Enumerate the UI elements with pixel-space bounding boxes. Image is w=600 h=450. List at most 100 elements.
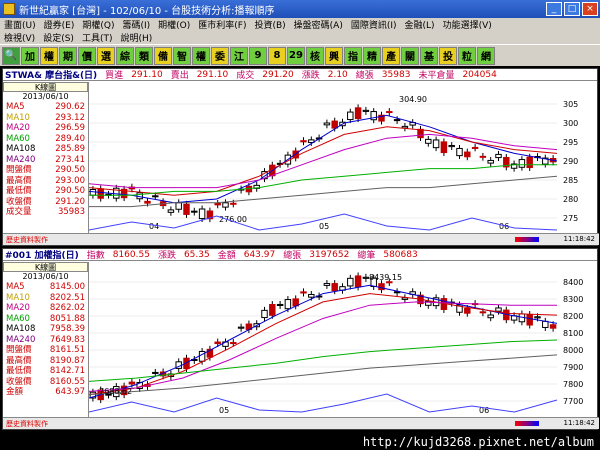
toolbar-button-21[interactable]: 基: [420, 46, 438, 65]
panel2-side-value-6: 8161.51: [49, 345, 85, 355]
candle-body: [152, 371, 159, 374]
panel1-side-row: 最低價 290.50: [3, 186, 88, 197]
candle-body: [191, 210, 198, 213]
candle-body: [331, 283, 338, 292]
toolbar-button-8[interactable]: 智: [173, 46, 191, 65]
axis-tick-label: 7700: [563, 397, 583, 406]
menu-item-2[interactable]: 期權(Q): [78, 18, 118, 31]
menu-item-9[interactable]: 金融(L): [401, 18, 439, 31]
toolbar-button-20[interactable]: 關: [401, 46, 419, 65]
candle-body: [495, 307, 502, 312]
search-icon[interactable]: 🔍: [2, 46, 20, 65]
toolbar-button-11[interactable]: 江: [230, 46, 248, 65]
menu-item-6[interactable]: 投資(B): [250, 18, 289, 31]
close-button[interactable]: ×: [582, 2, 598, 16]
panel1-field-value-1: 291.10: [196, 69, 229, 80]
menu-item-r2-2[interactable]: 工具(T): [78, 31, 117, 44]
toolbar-button-10[interactable]: 委: [211, 46, 229, 65]
toolbar-button-3[interactable]: 價: [78, 46, 96, 65]
candle-body: [97, 188, 104, 199]
candle-body: [222, 202, 229, 208]
candle-body: [401, 297, 409, 300]
menu-item-7[interactable]: 操盤密碼(A): [290, 18, 347, 31]
menu-bar: 畫面(U) 證券(E) 期權(Q) 籌碼(I) 期權(O) 匯市利率(F) 投資(B) 操盤密…: [0, 18, 600, 44]
panel2-side-value-4: 7958.39: [49, 324, 85, 334]
toolbar-button-4[interactable]: 選: [97, 46, 115, 65]
panel-2-kline-label[interactable]: K線圖: [3, 262, 88, 272]
panel1-field-label-4: 總張: [355, 71, 374, 81]
low-annotation: 7688.62: [99, 387, 132, 396]
panel-2-sidebar: K線圖 2013/06/10 MA5 8145.00 MA10 8202.51 MA20…: [3, 262, 89, 417]
menu-item-1[interactable]: 證券(E): [40, 18, 79, 31]
panel1-side-label-4: MA108: [6, 144, 36, 154]
toolbar-button-13[interactable]: 8: [268, 46, 286, 65]
panel1-side-row: MA20 296.59: [3, 123, 88, 134]
minimize-button[interactable]: _: [546, 2, 562, 16]
toolbar-button-19[interactable]: 產: [382, 46, 400, 65]
panel1-side-row: MA60 289.40: [3, 134, 88, 145]
candle-body: [479, 155, 487, 158]
panel1-side-row: 成交量 35983: [3, 207, 88, 218]
candle-body: [144, 200, 151, 204]
candle-body: [175, 202, 182, 210]
candle-body: [308, 293, 315, 298]
panel1-side-label-7: 最高價: [6, 175, 32, 186]
menu-item-r2-0[interactable]: 檢視(V): [0, 31, 39, 44]
panel2-side-value-2: 8262.02: [49, 303, 85, 313]
panel-2-chart[interactable]: 8400830082008100800079007800770005 068439…: [89, 262, 597, 417]
panel2-side-value-0: 8145.00: [49, 282, 85, 292]
toolbar-button-0[interactable]: 加: [21, 46, 39, 65]
candle-body: [495, 153, 502, 159]
toolbar-button-7[interactable]: 備: [154, 46, 172, 65]
toolbar-button-16[interactable]: 興: [325, 46, 343, 65]
menu-item-0[interactable]: 畫面(U): [0, 18, 40, 31]
candle-body: [401, 125, 409, 129]
panel-2-header: #001 加權指(日) 指數 8160.55 漲跌 65.35 金額 643.97 總張 31…: [3, 249, 597, 261]
panel1-side-row: 最高價 293.00: [3, 176, 88, 187]
axis-tick-label: 305: [563, 100, 578, 109]
candle-body: [526, 156, 533, 169]
panel-2-color-bar: [515, 421, 539, 426]
panel-1-chart[interactable]: 30530029529028528027504 05 06304.90276.00: [89, 82, 597, 233]
toolbar-button-9[interactable]: 權: [192, 46, 210, 65]
panel2-side-row: MA5 8145.00: [3, 282, 88, 293]
candle-body: [214, 202, 221, 206]
toolbar-button-23[interactable]: 粒: [458, 46, 476, 65]
toolbar-button-5[interactable]: 綜: [116, 46, 134, 65]
low-annotation: 276.00: [219, 215, 247, 224]
candle-body: [198, 208, 206, 220]
panel2-field-value-4: 580683: [383, 249, 418, 260]
toolbar-button-18[interactable]: 精: [363, 46, 381, 65]
menu-item-3[interactable]: 籌碼(I): [118, 18, 154, 31]
panel1-side-label-8: 最低價: [6, 186, 32, 196]
menu-item-r2-3[interactable]: 說明(H): [116, 31, 156, 44]
panel2-side-row: 最低價 8142.71: [3, 366, 88, 377]
toolbar-button-2[interactable]: 期: [59, 46, 77, 65]
maximize-button[interactable]: □: [564, 2, 580, 16]
toolbar-button-24[interactable]: 網: [477, 46, 495, 65]
candle-body: [323, 122, 331, 126]
toolbar-button-22[interactable]: 投: [439, 46, 457, 65]
candle-body: [534, 316, 541, 319]
menu-item-5[interactable]: 匯市利率(F): [194, 18, 250, 31]
toolbar-button-14[interactable]: 29: [287, 46, 305, 65]
panel2-side-row: MA20 8262.02: [3, 303, 88, 314]
panel-1-strip-time: 11:18:42: [563, 235, 595, 243]
menu-item-r2-1[interactable]: 設定(S): [39, 31, 78, 44]
toolbar-button-12[interactable]: 9: [249, 46, 267, 65]
panel2-side-label-9: 收盤價: [6, 376, 32, 387]
candle-body: [479, 311, 487, 314]
candle-body: [300, 140, 307, 143]
panel-1-kline-label[interactable]: K線圖: [3, 82, 88, 92]
panel1-side-value-9: 291.20: [55, 196, 85, 207]
menu-item-8[interactable]: 國際資訊(I): [347, 18, 401, 31]
menu-item-4[interactable]: 期權(O): [154, 18, 194, 31]
toolbar-button-17[interactable]: 指: [344, 46, 362, 65]
menu-item-10[interactable]: 功能選擇(V): [439, 18, 496, 31]
toolbar-button-6[interactable]: 類: [135, 46, 153, 65]
toolbar-button-1[interactable]: 權: [40, 46, 58, 65]
window-title: 新世紀贏家 [台灣] - 102/06/10 - 台股技術分析:播報順序: [19, 5, 275, 17]
panel2-side-value-5: 7649.83: [49, 334, 85, 345]
toolbar-button-15[interactable]: 核: [306, 46, 324, 65]
candle-body: [526, 313, 533, 326]
